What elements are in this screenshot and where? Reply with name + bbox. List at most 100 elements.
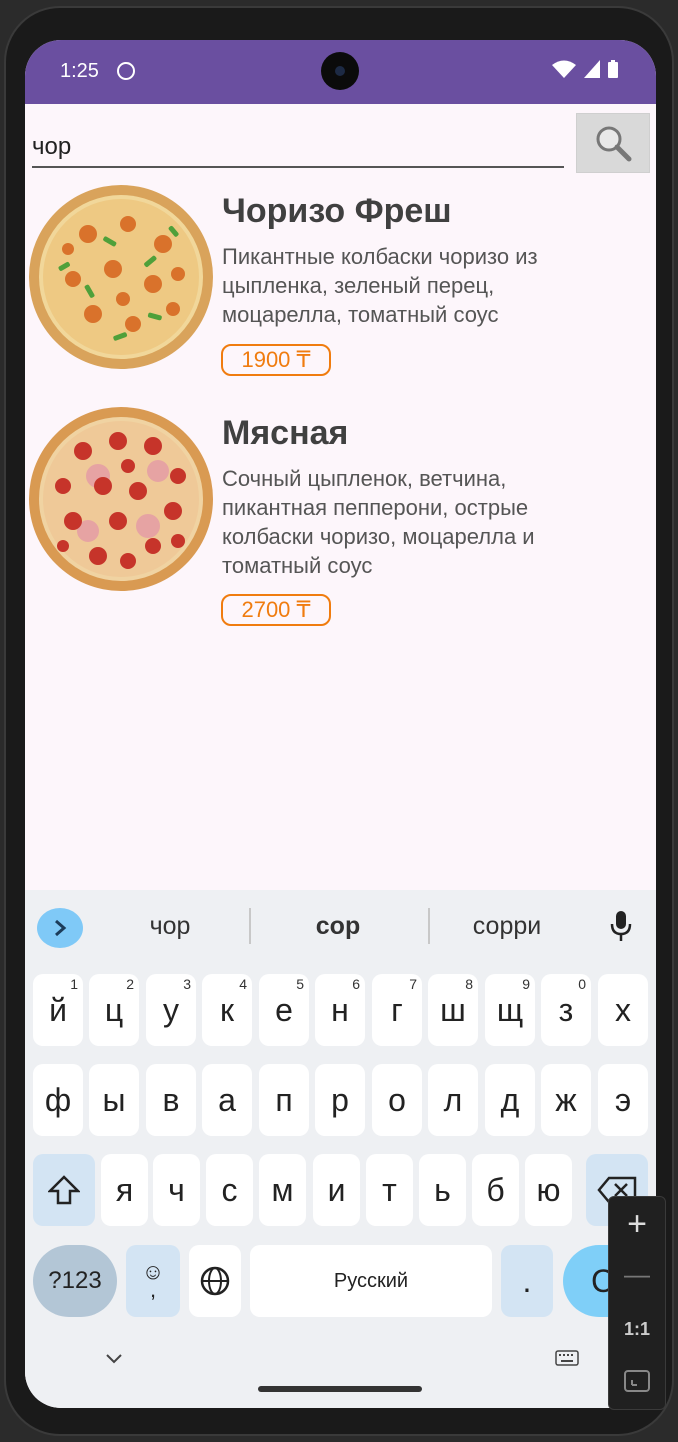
key-6[interactable]: т	[366, 1154, 413, 1226]
key-5[interactable]: е5	[259, 974, 309, 1046]
microphone-icon	[610, 911, 632, 941]
key-10[interactable]: з0	[541, 974, 591, 1046]
key-7[interactable]: г7	[372, 974, 422, 1046]
key-number-hint: 0	[578, 976, 586, 992]
search-input[interactable]	[32, 128, 564, 168]
key-3[interactable]: с	[206, 1154, 253, 1226]
status-icons	[552, 60, 618, 78]
emoji-key[interactable]: ☺ ,	[126, 1245, 180, 1317]
shift-key[interactable]	[33, 1154, 95, 1226]
search-icon	[596, 126, 632, 162]
key-3[interactable]: у3	[146, 974, 196, 1046]
key-9[interactable]: д	[485, 1064, 535, 1136]
key-label: г	[391, 991, 403, 1028]
key-5[interactable]: п	[259, 1064, 309, 1136]
key-label: й	[49, 991, 67, 1028]
actual-size-button[interactable]: 1:1	[609, 1319, 665, 1340]
chevron-down-icon	[106, 1354, 122, 1364]
key-8[interactable]: ш8	[428, 974, 478, 1046]
zoom-out-button[interactable]: —	[609, 1259, 665, 1290]
key-9[interactable]: щ9	[485, 974, 535, 1046]
suggestion-divider	[428, 908, 430, 944]
comma-label: ,	[149, 1277, 157, 1302]
suggestion-2[interactable]: сор	[263, 912, 413, 941]
key-3[interactable]: в	[146, 1064, 196, 1136]
suggestion-bar: чор сор сорри	[25, 890, 656, 962]
pizza-description: Сочный цыпленок, ветчина, пикантная пепп…	[222, 466, 535, 578]
suggestion-1[interactable]: чор	[95, 912, 245, 941]
price-badge: 1900 ₸	[221, 344, 331, 376]
space-key[interactable]: Русский	[250, 1245, 492, 1317]
pizza-description: Пикантные колбаски чоризо из цыпленка, з…	[222, 244, 538, 327]
fit-screen-icon	[624, 1370, 650, 1392]
key-label: к	[220, 991, 234, 1028]
battery-icon	[608, 60, 618, 78]
signal-icon	[584, 60, 600, 78]
fit-screen-button[interactable]	[623, 1369, 651, 1398]
key-6[interactable]: р	[315, 1064, 365, 1136]
voice-input-button[interactable]	[609, 910, 633, 947]
key-4[interactable]: м	[259, 1154, 306, 1226]
key-4[interactable]: к4	[202, 974, 252, 1046]
key-label: з	[558, 991, 574, 1028]
keyboard-switch-button[interactable]	[555, 1350, 579, 1371]
key-1[interactable]: ф	[33, 1064, 83, 1136]
key-10[interactable]: ж	[541, 1064, 591, 1136]
suggestion-3[interactable]: сорри	[432, 912, 582, 941]
key-7[interactable]: о	[372, 1064, 422, 1136]
key-label: у	[163, 991, 179, 1028]
key-8[interactable]: л	[428, 1064, 478, 1136]
period-key[interactable]: .	[501, 1245, 553, 1317]
zoom-in-button[interactable]: +	[609, 1205, 665, 1244]
key-5[interactable]: и	[313, 1154, 360, 1226]
key-label: н	[331, 991, 349, 1028]
status-bar: 1:25	[25, 40, 656, 104]
pizza-title: Мясная	[222, 414, 349, 452]
pizza-image	[29, 407, 213, 591]
key-number-hint: 8	[465, 976, 473, 992]
phone-screen: 1:25 чор Чоризо Фреш Пикантные колбаски …	[25, 40, 656, 1408]
key-label: х	[615, 991, 631, 1028]
suggestion-divider	[249, 908, 251, 944]
key-label: щ	[496, 991, 524, 1028]
chevron-right-icon	[55, 919, 67, 937]
key-number-hint: 4	[239, 976, 247, 992]
key-1[interactable]: я	[101, 1154, 148, 1226]
wifi-icon	[552, 60, 576, 78]
soft-keyboard: чор сор сорри й1ц2у3к4е5н6г7ш8щ9з0х фыва…	[25, 890, 656, 1408]
key-11[interactable]: х	[598, 974, 648, 1046]
key-number-hint: 9	[522, 976, 530, 992]
key-2[interactable]: ц2	[89, 974, 139, 1046]
notification-face-icon	[117, 62, 135, 80]
key-7[interactable]: ь	[419, 1154, 466, 1226]
hide-keyboard-button[interactable]	[105, 1352, 123, 1370]
pizza-title: Чоризо Фреш	[222, 192, 452, 230]
gesture-nav-bar[interactable]	[258, 1386, 422, 1392]
key-9[interactable]: ю	[525, 1154, 572, 1226]
key-number-hint: 7	[409, 976, 417, 992]
key-4[interactable]: а	[202, 1064, 252, 1136]
shift-icon	[48, 1175, 80, 1205]
key-label: ш	[440, 991, 466, 1028]
key-number-hint: 2	[126, 976, 134, 992]
key-2[interactable]: ы	[89, 1064, 139, 1136]
key-label: е	[275, 991, 293, 1028]
expand-toolbar-button[interactable]	[37, 908, 83, 948]
list-item[interactable]: Чоризо Фреш Пикантные колбаски чоризо из…	[25, 184, 656, 384]
key-2[interactable]: ч	[153, 1154, 200, 1226]
symbols-key[interactable]: ?123	[33, 1245, 117, 1317]
key-8[interactable]: б	[472, 1154, 519, 1226]
key-11[interactable]: э	[598, 1064, 648, 1136]
key-number-hint: 5	[296, 976, 304, 992]
globe-icon	[200, 1266, 230, 1296]
language-key[interactable]	[189, 1245, 241, 1317]
key-number-hint: 3	[183, 976, 191, 992]
key-label: ц	[104, 991, 124, 1028]
list-item[interactable]: Мясная Сочный цыпленок, ветчина, пикантн…	[25, 406, 656, 626]
pizza-image	[29, 185, 213, 369]
price-badge: 2700 ₸	[221, 594, 331, 626]
status-time: 1:25	[60, 60, 99, 82]
key-1[interactable]: й1	[33, 974, 83, 1046]
key-6[interactable]: н6	[315, 974, 365, 1046]
search-button[interactable]	[576, 113, 650, 173]
